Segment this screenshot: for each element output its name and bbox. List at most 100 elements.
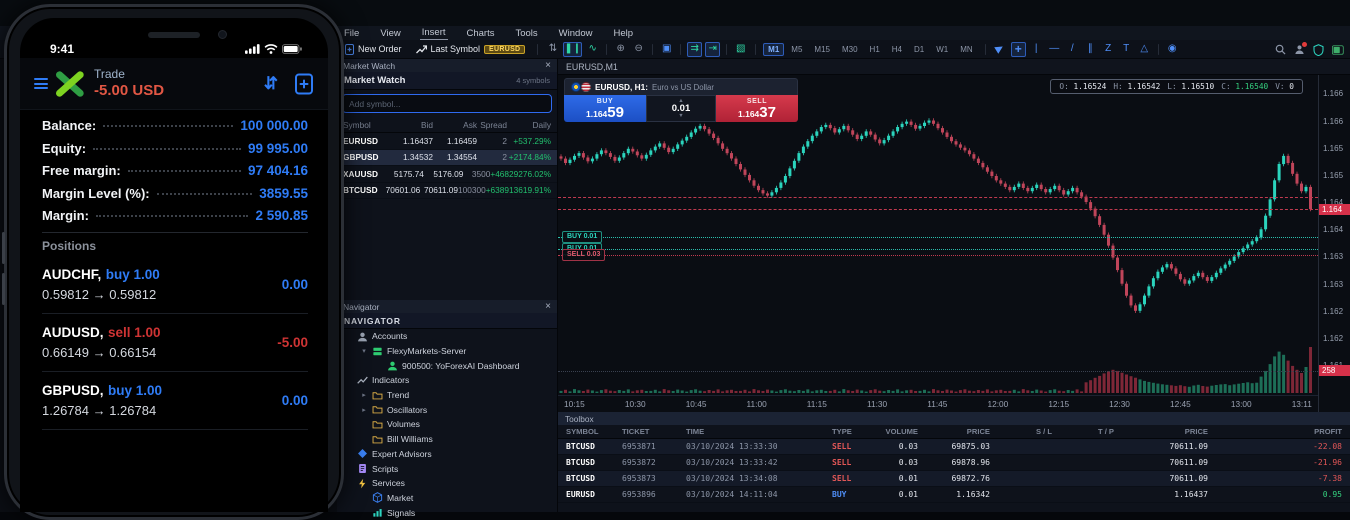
column-ticket[interactable]: TICKET (622, 427, 686, 436)
market-watch-row[interactable]: BTCUSD 70601.06 70611.09 100300 +6389136… (337, 183, 557, 200)
separator[interactable] (1158, 44, 1159, 55)
menu-item[interactable]: Insert (420, 26, 448, 40)
timeframe-button[interactable]: M30 (837, 43, 863, 56)
market-watch-row[interactable]: GBPUSD 1.34532 1.34554 2 +2174.84% (337, 150, 557, 167)
column-daily[interactable]: Daily (507, 120, 551, 130)
menu-item[interactable]: Window (557, 27, 595, 40)
column-bid[interactable]: Bid (389, 120, 433, 130)
position-row[interactable]: GBPUSD, buy 1.00 1.26784 → 1.26784 0.00 (42, 372, 308, 430)
column-sl[interactable]: S / L (990, 427, 1052, 436)
navigator-tree-item[interactable]: Services (337, 476, 557, 491)
candlestick-chart-button[interactable]: ❚❙ (563, 42, 582, 57)
market-watch-titlebar[interactable]: Market Watch × (337, 59, 557, 72)
position-row[interactable]: AUDUSD, sell 1.00 0.66149 → 0.66154 -5.0… (42, 314, 308, 372)
trendline-tool-button[interactable]: / (1065, 42, 1080, 57)
chart-pane[interactable]: BUY 0.01BUY 0.01SELL 0.03 O: 1.16524 H: … (558, 75, 1318, 395)
zoom-out-button[interactable]: ⊖ (631, 42, 646, 57)
sell-position-tag[interactable]: SELL 0.03 (562, 249, 605, 261)
channel-tool-button[interactable]: ∥ (1083, 42, 1098, 57)
timeframe-button[interactable]: H4 (887, 43, 907, 56)
separator[interactable] (606, 44, 607, 55)
timeframe-button[interactable]: D1 (909, 43, 929, 56)
navigator-tree-item[interactable]: Expert Advisors (337, 447, 557, 462)
navigator-titlebar[interactable]: Navigator × (337, 300, 557, 313)
separator[interactable] (680, 44, 681, 55)
chart-tab-eurusd-m1[interactable]: EURUSD,M1 (566, 62, 618, 72)
close-icon[interactable]: × (545, 301, 551, 312)
navigator-tree-item[interactable]: ▾ FlexyMarkets-Server (337, 344, 557, 359)
toolbox-titlebar[interactable]: Toolbox (558, 412, 1350, 425)
new-order-icon[interactable] (294, 73, 314, 95)
time-axis[interactable]: 10:1510:3010:4511:0011:1511:3011:4512:00… (558, 395, 1318, 412)
position-row[interactable]: AUDCHF, buy 1.00 0.59812 → 0.59812 0.00 (42, 256, 308, 314)
column-type[interactable]: TYPE (832, 427, 872, 436)
buy-button[interactable]: BUY 1.16459 (564, 95, 646, 122)
timeframe-button[interactable]: M5 (786, 43, 807, 56)
text-tool-button[interactable]: T (1119, 42, 1134, 57)
volume-stepper[interactable]: ▲ 0.01 ▼ (646, 95, 716, 122)
trade-row[interactable]: EURUSD 6953896 03/10/2024 14:11:04 BUY 0… (558, 487, 1350, 503)
trade-row[interactable]: BTCUSD 6953871 03/10/2024 13:33:30 SELL … (558, 439, 1350, 455)
navigator-tree-item[interactable]: Market (337, 491, 557, 506)
shapes-tool-button[interactable]: △ (1137, 42, 1152, 57)
chart-shift-button[interactable]: ⇥ (705, 42, 720, 57)
navigator-tree-item[interactable]: Signals (337, 505, 557, 520)
column-tp[interactable]: T / P (1052, 427, 1114, 436)
column-ask[interactable]: Ask (433, 120, 477, 130)
timeframe-button[interactable]: MN (955, 43, 977, 56)
tick-chart-button[interactable]: ⇅ (545, 42, 560, 57)
add-symbol-input[interactable]: Add symbol... (342, 94, 552, 113)
shield-icon[interactable] (1313, 44, 1324, 56)
vertical-line-tool-button[interactable]: | (1029, 42, 1044, 57)
auto-scroll-button[interactable]: ⇉ (687, 42, 702, 57)
chevron-icon[interactable]: ▸ (360, 391, 368, 399)
zoom-in-button[interactable]: ⊕ (613, 42, 628, 57)
navigator-tree-item[interactable]: Indicators (337, 373, 557, 388)
separator[interactable] (652, 44, 653, 55)
sell-button[interactable]: SELL 1.16437 (716, 95, 798, 122)
trade-row[interactable]: BTCUSD 6953872 03/10/2024 13:33:42 SELL … (558, 455, 1350, 471)
line-chart-button[interactable]: ∿ (585, 42, 600, 57)
new-chart-button[interactable]: ▧ (733, 42, 748, 57)
crosshair-tool-button[interactable]: + (1011, 42, 1026, 57)
column-time[interactable]: TIME (686, 427, 832, 436)
navigator-tree-item[interactable]: Bill Williams (337, 432, 557, 447)
close-icon[interactable]: × (545, 60, 551, 71)
chevron-icon[interactable]: ▸ (360, 406, 368, 414)
navigator-tree-item[interactable]: Scripts (337, 461, 557, 476)
column-profit[interactable]: PROFIT (1208, 427, 1342, 436)
timeframe-button[interactable]: M1 (763, 43, 784, 56)
column-volume[interactable]: VOLUME (872, 427, 918, 436)
camera-button[interactable]: ◉ (1165, 42, 1180, 57)
search-icon[interactable] (1275, 44, 1286, 55)
market-watch-row[interactable]: XAUUSD 5175.74 5176.09 3500 +46829276.02… (337, 166, 557, 183)
column-price2[interactable]: PRICE (1114, 427, 1208, 436)
volume-down-icon[interactable]: ▼ (678, 114, 683, 118)
trade-row[interactable]: BTCUSD 6953873 03/10/2024 13:34:08 SELL … (558, 471, 1350, 487)
menu-item[interactable]: View (378, 27, 402, 40)
last-symbol-button[interactable]: Last Symbol EURUSD (411, 44, 531, 54)
navigator-tree-item[interactable]: Volumes (337, 417, 557, 432)
column-symbol[interactable]: SYMBOL (566, 427, 622, 436)
user-icon[interactable] (1294, 44, 1305, 55)
navigator-tree-item[interactable]: 900500: YoForexAI Dashboard (337, 358, 557, 373)
buy-position-tag[interactable]: BUY 0.01 (562, 231, 602, 243)
timeframe-button[interactable]: W1 (931, 43, 953, 56)
menu-item[interactable]: File (342, 27, 361, 40)
price-axis[interactable]: 1.1661.1661.1651.1651.1641.1641.1631.163… (1318, 75, 1350, 412)
chevron-icon[interactable]: ▾ (360, 347, 368, 355)
column-price[interactable]: PRICE (918, 427, 990, 436)
new-order-button[interactable]: New Order (340, 44, 407, 55)
hamburger-menu-icon[interactable] (34, 78, 48, 89)
sort-transfer-icon[interactable]: ⇵ (264, 74, 278, 94)
cursor-tool-button[interactable]: ▶ (993, 42, 1008, 57)
navigator-tree-item[interactable]: ▸ Trend (337, 388, 557, 403)
column-spread[interactable]: Spread (477, 120, 507, 130)
timeframe-button[interactable]: H1 (865, 43, 885, 56)
menu-item[interactable]: Charts (465, 27, 497, 40)
menu-item[interactable]: Help (611, 27, 635, 40)
navigator-tree-item[interactable]: Accounts (337, 329, 557, 344)
column-symbol[interactable]: Symbol (343, 120, 389, 130)
tile-windows-button[interactable]: ▣ (659, 42, 674, 57)
menu-item[interactable]: Tools (513, 27, 539, 40)
